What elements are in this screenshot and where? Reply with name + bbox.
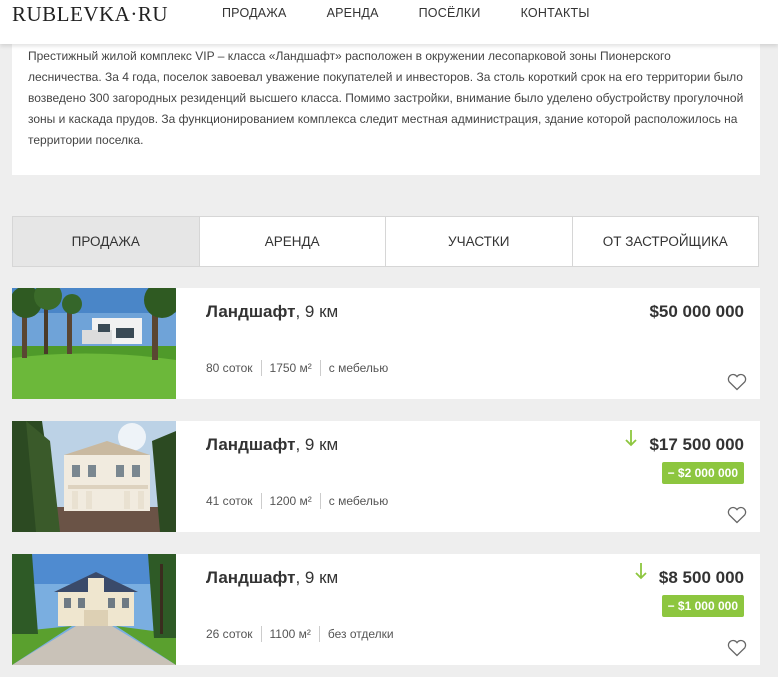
listing-title[interactable]: Ландшафт, 9 км <box>206 568 338 588</box>
listing-photo[interactable] <box>12 288 176 399</box>
land-area: 26 соток <box>206 627 253 641</box>
listing-specs: 80 соток 1750 м² с мебелью <box>206 360 396 376</box>
listing-price: $50 000 000 <box>649 302 744 321</box>
listing-distance: , 9 км <box>295 302 339 321</box>
listing-specs: 41 соток 1200 м² с мебелью <box>206 493 396 509</box>
site-logo[interactable]: RUBLEVKA·RU <box>12 2 168 27</box>
house-area: 1100 м² <box>260 626 319 642</box>
listing-specs: 26 соток 1100 м² без отделки <box>206 626 402 642</box>
listing-card[interactable]: Ландшафт, 9 км 26 соток 1100 м² без отде… <box>12 554 760 665</box>
listing-card[interactable]: Ландшафт, 9 км 80 соток 1750 м² с мебель… <box>12 288 760 399</box>
listing-name: Ландшафт <box>206 435 296 454</box>
heart-icon[interactable] <box>727 639 747 657</box>
listing-tabs: ПРОДАЖА АРЕНДА УЧАСТКИ ОТ ЗАСТРОЙЩИКА <box>12 216 759 267</box>
listing-title[interactable]: Ландшафт, 9 км <box>206 302 338 322</box>
listing-price: $17 500 000 <box>649 435 744 454</box>
listing-photo[interactable] <box>12 554 176 665</box>
heart-icon[interactable] <box>727 506 747 524</box>
discount-badge: − $1 000 000 <box>661 595 744 617</box>
house-area: 1200 м² <box>260 493 320 509</box>
house-area: 1750 м² <box>260 360 320 376</box>
listing-price: $8 500 000 <box>658 568 744 587</box>
listing-name: Ландшафт <box>206 302 296 321</box>
nav-sale[interactable]: ПРОДАЖА <box>222 6 287 20</box>
nav-rent[interactable]: АРЕНДА <box>327 6 379 20</box>
nav-contacts[interactable]: КОНТАКТЫ <box>521 6 590 20</box>
finish-type: с мебелью <box>319 360 396 376</box>
village-description: Престижный жилой комплекс VIP – класса «… <box>12 38 760 175</box>
tab-plots[interactable]: УЧАСТКИ <box>386 217 573 266</box>
site-header: RUBLEVKA·RU ПРОДАЖА АРЕНДА ПОСЁЛКИ КОНТА… <box>0 0 778 44</box>
listing-title[interactable]: Ландшафт, 9 км <box>206 435 338 455</box>
land-area: 80 соток <box>206 361 253 375</box>
land-area: 41 соток <box>206 494 253 508</box>
arrow-down-icon <box>625 430 637 447</box>
finish-type: без отделки <box>318 626 402 642</box>
main-nav: ПРОДАЖА АРЕНДА ПОСЁЛКИ КОНТАКТЫ <box>222 6 630 20</box>
listing-distance: , 9 км <box>295 568 339 587</box>
finish-type: с мебелью <box>319 493 396 509</box>
listing-card[interactable]: Ландшафт, 9 км 41 соток 1200 м² с мебель… <box>12 421 760 532</box>
tab-developer[interactable]: ОТ ЗАСТРОЙЩИКА <box>573 217 759 266</box>
discount-badge: − $2 000 000 <box>661 462 744 484</box>
listing-name: Ландшафт <box>206 568 296 587</box>
tab-rent[interactable]: АРЕНДА <box>200 217 386 266</box>
listing-distance: , 9 км <box>295 435 339 454</box>
arrow-down-icon <box>635 563 647 580</box>
nav-villages[interactable]: ПОСЁЛКИ <box>419 6 481 20</box>
tab-sale[interactable]: ПРОДАЖА <box>13 217 200 266</box>
heart-icon[interactable] <box>727 373 747 391</box>
listing-photo[interactable] <box>12 421 176 532</box>
